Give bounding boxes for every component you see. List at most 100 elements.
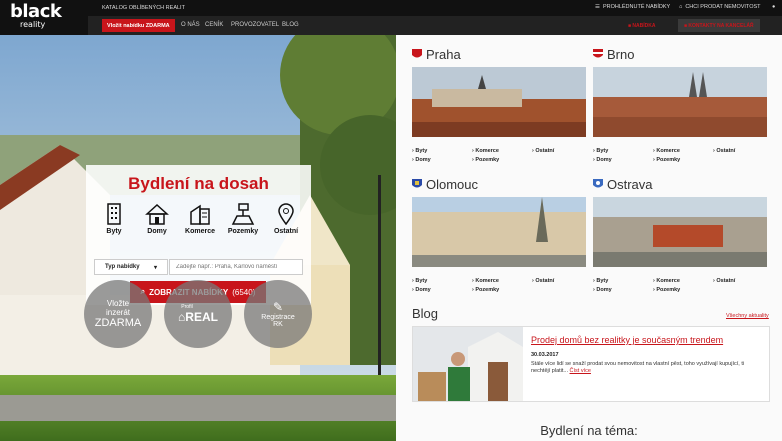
city-link[interactable]: Domy (412, 157, 472, 163)
nav-about[interactable]: O NÁS (181, 22, 200, 28)
coat-of-arms-icon (412, 48, 422, 57)
city-link[interactable]: Komerce (653, 278, 713, 284)
city-name: Praha (426, 46, 461, 62)
circle-text: ZDARMA (94, 317, 142, 329)
category-label: Komerce (185, 228, 215, 235)
city-praha: Praha Byty Komerce Ostatní Domy Pozemky (412, 45, 586, 163)
city-link[interactable]: Pozemky (472, 157, 532, 163)
city-photo[interactable] (593, 67, 767, 137)
city-link[interactable]: Domy (593, 157, 653, 163)
category-label: Pozemky (227, 228, 259, 235)
category-byty[interactable]: Byty (94, 203, 134, 243)
city-link[interactable]: Komerce (472, 148, 532, 154)
nav-pricing[interactable]: CENÍK (205, 22, 223, 28)
city-link[interactable]: Ostatní (713, 148, 767, 154)
circle-text: Vložte (106, 299, 130, 308)
circle-text: REAL (185, 310, 218, 324)
city-title[interactable]: Ostrava (593, 175, 767, 193)
user-icon[interactable]: ● (772, 4, 775, 10)
blog-post-date: 30.03.2017 (531, 352, 559, 358)
city-links: Byty Komerce Ostatní Domy Pozemky (593, 148, 767, 163)
category-pozemky[interactable]: Pozemky (223, 203, 263, 243)
city-link[interactable]: Byty (593, 148, 653, 154)
profil-real-logo: ⌂REAL (178, 310, 218, 324)
circle-text: Registrace (261, 314, 295, 321)
blog-post-image[interactable] (413, 327, 523, 401)
city-link[interactable]: Byty (412, 148, 472, 154)
city-link[interactable]: Pozemky (653, 287, 713, 293)
home-icon: ⌂ (679, 4, 683, 10)
sell-property-label: CHCI PRODAT NEMOVITOST (685, 4, 761, 10)
office-contacts-button[interactable]: ■ KONTAKTY NA KANCELÁŘ (678, 19, 760, 32)
city-link[interactable]: Domy (593, 287, 653, 293)
agency-registration-circle[interactable]: ✎ Registrace RK (244, 280, 312, 348)
city-links: Byty Komerce Ostatní Domy Pozemky (412, 148, 586, 163)
city-name: Brno (607, 46, 635, 62)
nav-operator[interactable]: PROVOZOVATEL (231, 22, 279, 28)
read-more-link[interactable]: Číst více (570, 368, 591, 374)
coat-of-arms-icon (412, 178, 422, 187)
category-komerce[interactable]: Komerce (180, 203, 220, 243)
list-icon: ☰ (595, 4, 600, 10)
city-link[interactable]: Komerce (472, 278, 532, 284)
city-links: Byty Komerce Ostatní Domy Pozemky (412, 278, 586, 293)
viewed-offers-label: PROHLÉDNUTÉ NABÍDKY (602, 4, 671, 10)
blog-post-excerpt: Stále více lidí se snaží prodat svou nem… (531, 361, 761, 375)
caret-down-icon: ▾ (153, 264, 157, 271)
city-link[interactable]: Domy (412, 287, 472, 293)
all-news-link[interactable]: Všechny aktuality (726, 313, 769, 319)
city-link[interactable]: Byty (412, 278, 472, 284)
category-ostatni[interactable]: Ostatní (266, 203, 306, 243)
sell-property-link[interactable]: ⌂ CHCI PRODAT NEMOVITOST (679, 4, 761, 10)
city-link[interactable]: Ostatní (532, 278, 586, 284)
excerpt-text: Stále více lidí se snaží prodat svou nem… (531, 361, 745, 374)
coat-of-arms-icon (593, 48, 603, 57)
city-link[interactable]: Byty (593, 278, 653, 284)
category-label: Domy (147, 228, 167, 235)
city-link[interactable]: Ostatní (532, 148, 586, 154)
city-link[interactable]: Pozemky (472, 287, 532, 293)
apartment-icon (107, 203, 121, 225)
right-column: Praha Byty Komerce Ostatní Domy Pozemky … (396, 35, 782, 441)
location-pin-icon (278, 203, 294, 225)
themes-heading: Bydlení na téma: (540, 423, 638, 438)
offer-type-select[interactable]: Typ nabídky ▾ (94, 259, 168, 275)
city-photo[interactable] (412, 67, 586, 137)
land-icon (231, 203, 255, 225)
office-contacts-label: KONTAKTY NA KANCELÁŘ (688, 22, 754, 29)
category-label: Ostatní (273, 228, 299, 235)
viewed-offers-link[interactable]: ☰ PROHLÉDNUTÉ NABÍDKY (595, 4, 670, 10)
circle-text: RK (273, 321, 283, 328)
category-domy[interactable]: Domy (137, 203, 177, 243)
city-title[interactable]: Praha (412, 45, 586, 63)
city-photo[interactable] (412, 197, 586, 267)
city-title[interactable]: Olomouc (412, 175, 586, 193)
city-olomouc: Olomouc Byty Komerce Ostatní Domy Pozemk… (412, 175, 586, 293)
offer-button[interactable]: ■ NABÍDKA (622, 19, 661, 32)
profil-real-circle[interactable]: Profil ⌂REAL (164, 280, 232, 348)
catalog-link[interactable]: KATALOG OBLÍBENÝCH REALIT (102, 5, 185, 11)
offer-label: NABÍDKA (632, 22, 656, 29)
city-link[interactable]: Pozemky (653, 157, 713, 163)
add-listing-button[interactable]: Vložit nabídku ZDARMA (102, 19, 175, 32)
category-label: Byty (106, 228, 122, 235)
edit-icon: ✎ (272, 300, 284, 314)
city-link[interactable]: Komerce (653, 148, 713, 154)
blog-post-title[interactable]: Prodej domů bez realitky je současným tr… (531, 335, 761, 345)
city-brno: Brno Byty Komerce Ostatní Domy Pozemky (593, 45, 767, 163)
house-icon (145, 203, 169, 225)
city-name: Ostrava (607, 176, 653, 192)
city-photo[interactable] (593, 197, 767, 267)
commercial-icon (190, 204, 210, 225)
offer-type-label: Typ nabídky (105, 264, 140, 270)
city-title[interactable]: Brno (593, 45, 767, 63)
brand-name: black (10, 1, 62, 22)
search-title: Bydlení na dosah (128, 174, 269, 193)
add-listing-circle[interactable]: Vložte inzerát ZDARMA (84, 280, 152, 348)
city-link[interactable]: Ostatní (713, 278, 767, 284)
location-search-input[interactable] (169, 259, 303, 275)
category-list: Byty Domy Komerce Pozemky Ostatní (94, 203, 306, 243)
nav-blog[interactable]: BLOG (282, 22, 299, 28)
brand-logo[interactable]: black reality (0, 0, 88, 35)
main-nav: Vložit nabídku ZDARMA O NÁS CENÍK PROVOZ… (88, 16, 782, 35)
